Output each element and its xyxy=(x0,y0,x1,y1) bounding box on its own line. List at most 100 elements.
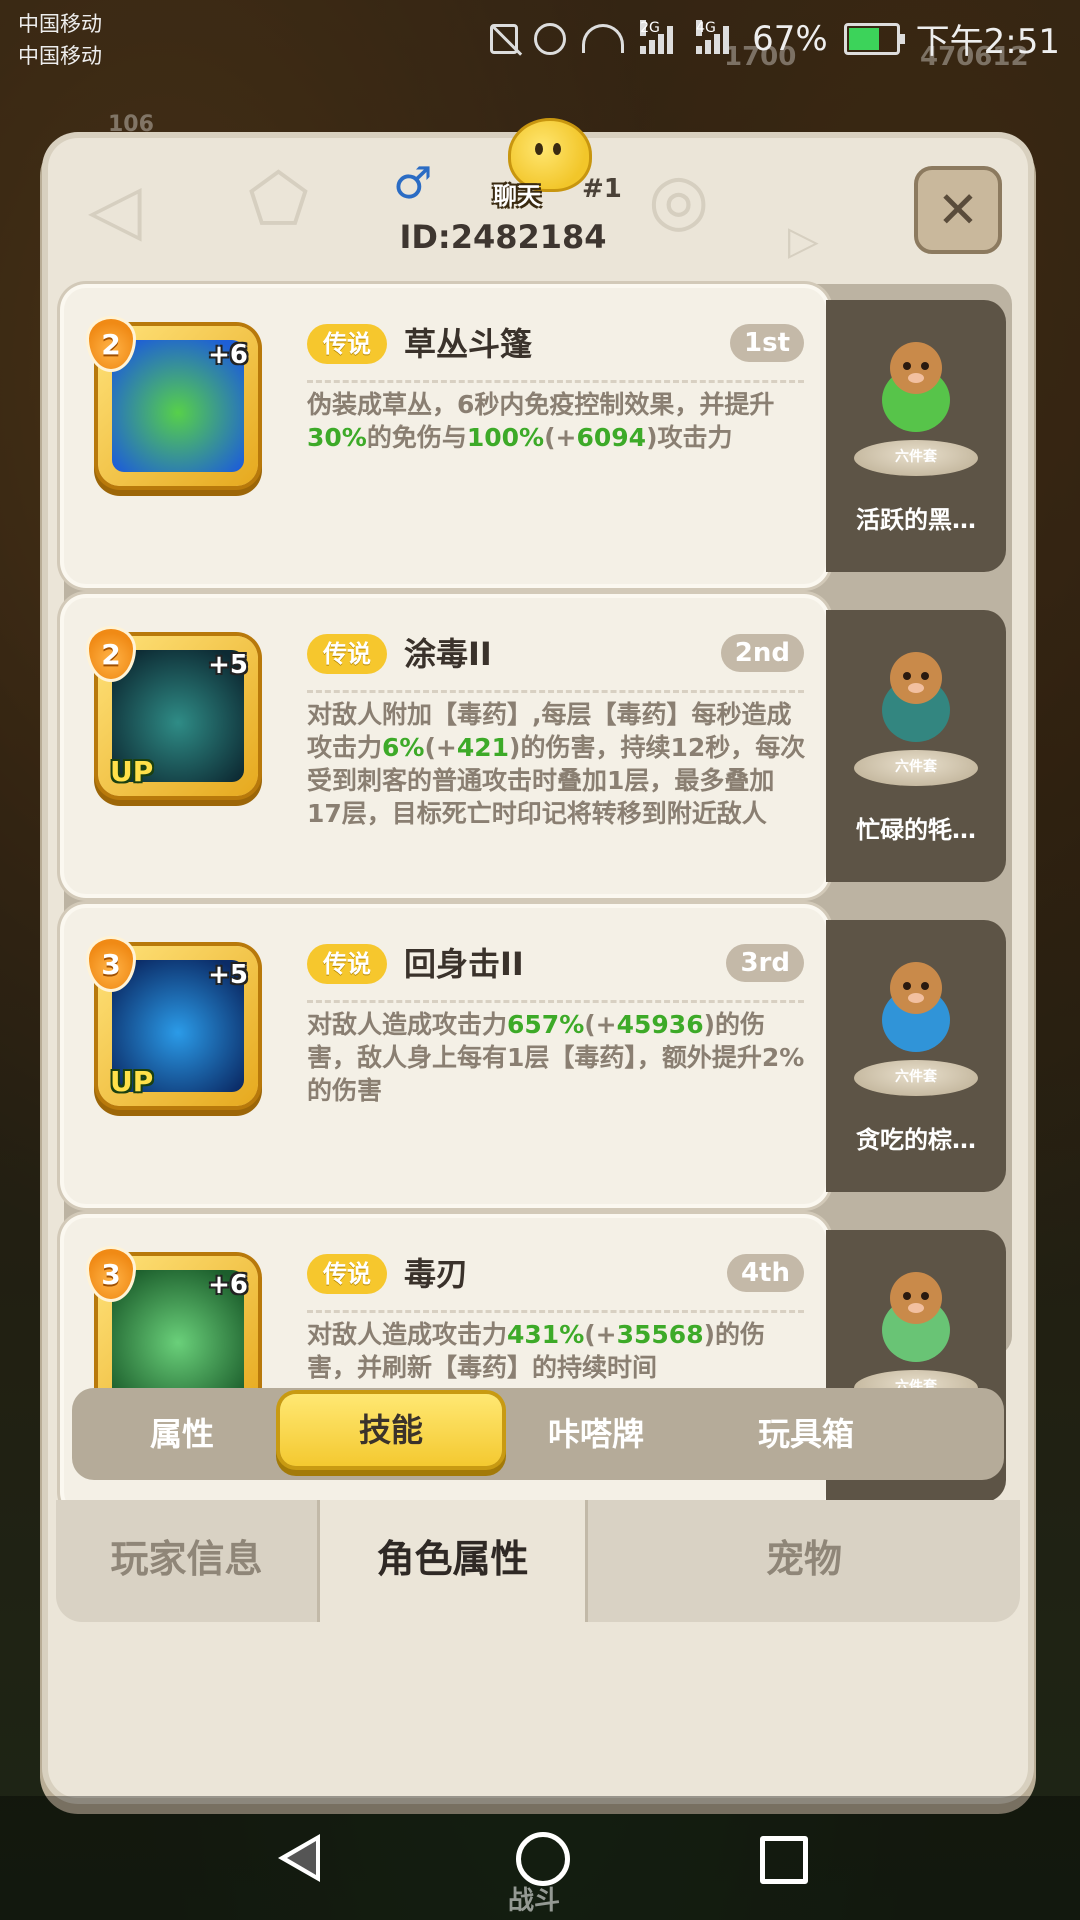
tab-cards[interactable]: 咔嗒牌 xyxy=(486,1388,706,1480)
skill-card[interactable]: 3 +5 UP 传说 回身击II 3rd 对敌人造成攻击力657%(+45936)的伤害，敌… xyxy=(64,908,826,1204)
skill-order-tag: 2nd xyxy=(720,634,804,672)
back-icon-inner xyxy=(287,1841,316,1875)
male-gender-icon: ♂ xyxy=(393,158,433,209)
skill-text: (+ xyxy=(584,1010,617,1039)
skill-text: (+ xyxy=(544,423,577,452)
tab-separator xyxy=(317,1500,320,1622)
tab-separator xyxy=(585,1500,588,1622)
skill-card[interactable]: 2 +5 UP 传说 涂毒II 2nd 对敌人附加【毒药】,每层【毒药】每秒造成攻击力6%(… xyxy=(64,598,826,894)
bottom-tab-bar: 玩家信息 角色属性 宠物 xyxy=(56,1500,1020,1622)
rarity-tag: 传说 xyxy=(307,634,387,674)
sub-tab-bar: 属性 技能 咔嗒牌 玩具箱 xyxy=(72,1388,1004,1480)
network-type-2: 4G xyxy=(696,19,716,36)
skill-divider xyxy=(307,380,804,383)
pet-card[interactable]: 六件套贪吃的棕… xyxy=(826,920,1006,1192)
pet-set-label: 六件套 xyxy=(895,449,937,465)
skill-description: 伪装成草丛，6秒内免疫控制效果，并提升 30%的免伤与100%(+6094)攻击力 xyxy=(307,388,807,454)
skill-icon-frame[interactable]: 2 +6 xyxy=(86,316,258,486)
skill-text: (+ xyxy=(424,733,457,762)
skill-list[interactable]: 2 +6 传说 草丛斗篷 1st 伪装成草丛，6秒内免疫控制效果，并提升30%的免伤与10… xyxy=(64,284,1012,1514)
alarm-icon xyxy=(534,22,567,55)
pet-card[interactable]: 六件套忙碌的牦… xyxy=(826,610,1006,882)
rarity-tag: 传说 xyxy=(307,1254,387,1294)
player-name-suffix: #1 xyxy=(582,174,622,204)
skill-value-highlight: 100% xyxy=(466,423,545,452)
skill-text: 伪装成草丛，6秒内免疫控制效果，并提升 xyxy=(307,390,775,419)
skill-value-highlight: 30% xyxy=(307,423,367,452)
signal-icon-2: 4G xyxy=(696,19,736,54)
battery-percent: 67% xyxy=(752,18,828,59)
skill-description: 对敌人造成攻击力657%(+45936)的伤害，敌人身上每有1层【毒药】，额外提… xyxy=(307,1008,807,1107)
skill-description: 对敌人造成攻击力431%(+35568)的伤害，并刷新【毒药】的持续时间 xyxy=(307,1318,807,1384)
signal-icon-1: 2G xyxy=(640,19,680,54)
pet-figure-icon xyxy=(864,330,968,440)
player-id: ID:2482184 xyxy=(399,218,607,256)
skill-divider xyxy=(307,1000,804,1003)
rarity-tag: 传说 xyxy=(307,944,387,984)
clock: 下午2:51 xyxy=(915,22,1060,62)
player-info-panel: ◁ ⬠ ◎ ▷ ♂ 聊天 #1 ID:2482184 ✕ 2 +6 传说 草丛斗篷 1s… xyxy=(48,118,1028,1798)
recent-apps-icon[interactable] xyxy=(760,1836,808,1884)
chat-button-label[interactable]: 聊天 xyxy=(493,176,541,211)
skill-name: 回身击II xyxy=(404,945,524,983)
close-icon: ✕ xyxy=(937,181,979,239)
skill-value-highlight: 6% xyxy=(382,733,425,762)
battery-icon xyxy=(843,22,905,55)
skill-card[interactable]: 2 +6 传说 草丛斗篷 1st 伪装成草丛，6秒内免疫控制效果，并提升 30%的免伤与10… xyxy=(64,288,826,584)
pet-name: 贪吃的棕… xyxy=(856,1126,976,1154)
pet-figure-icon xyxy=(864,640,968,750)
pet-set-label: 六件套 xyxy=(895,1069,937,1085)
skill-row[interactable]: 2 +5 UP 传说 涂毒II 2nd 对敌人附加【毒药】,每层【毒药】每秒造成攻击力6%(… xyxy=(64,598,1012,898)
carrier-label-2: 中国移动 xyxy=(18,44,102,68)
tab-skills[interactable]: 技能 xyxy=(280,1394,502,1466)
battle-nav-label: 战斗 xyxy=(508,1886,561,1916)
rarity-tag: 传说 xyxy=(307,324,387,364)
pet-figure-icon xyxy=(864,1260,968,1370)
home-icon[interactable] xyxy=(516,1832,570,1886)
skill-name: 涂毒II xyxy=(404,635,492,673)
pet-figure-icon xyxy=(864,950,968,1060)
network-type-1: 2G xyxy=(640,19,660,36)
bottom-tab-character-attributes[interactable]: 角色属性 xyxy=(320,1500,585,1622)
skill-level-plus: +5 xyxy=(208,650,248,680)
skill-value-highlight: 6094 xyxy=(576,423,647,452)
skill-upgrade-label: UP xyxy=(110,1065,154,1098)
skill-level-plus: +5 xyxy=(208,960,248,990)
hud-level: 106 xyxy=(108,112,154,137)
skill-icon-frame[interactable]: 2 +5 UP xyxy=(86,626,258,796)
skill-name: 毒刃 xyxy=(404,1255,469,1293)
skill-row[interactable]: 3 +5 UP 传说 回身击II 3rd 对敌人造成攻击力657%(+45936)的伤害，敌… xyxy=(64,908,1012,1208)
skill-order-tag: 1st xyxy=(730,324,804,362)
tab-toybox[interactable]: 玩具箱 xyxy=(696,1388,916,1480)
skill-level-plus: +6 xyxy=(208,1270,248,1300)
skill-value-highlight: 421 xyxy=(456,733,510,762)
skill-order-tag: 3rd xyxy=(726,944,804,982)
wifi-icon xyxy=(582,24,625,53)
skill-name: 草丛斗篷 xyxy=(404,325,533,363)
bottom-tab-player-info[interactable]: 玩家信息 xyxy=(56,1500,317,1622)
skill-row[interactable]: 2 +6 传说 草丛斗篷 1st 伪装成草丛，6秒内免疫控制效果，并提升 30%的免伤与10… xyxy=(64,288,1012,588)
skill-icon-frame[interactable]: 3 +5 UP xyxy=(86,936,258,1106)
pet-name: 忙碌的牦… xyxy=(856,816,976,844)
system-nav-bar: 战斗 xyxy=(0,1796,1080,1920)
skill-text: )攻击力 xyxy=(646,423,733,452)
pet-name: 活跃的黑… xyxy=(856,506,976,534)
skill-divider xyxy=(307,690,804,693)
skill-upgrade-label: UP xyxy=(110,755,154,788)
pet-set-label: 六件套 xyxy=(895,759,937,775)
skill-text: 对敌人造成攻击力 xyxy=(307,1010,508,1039)
close-button[interactable]: ✕ xyxy=(914,166,1002,254)
skill-value-highlight: 657% xyxy=(507,1010,585,1039)
skill-text: 对敌人造成攻击力 xyxy=(307,1320,508,1349)
pet-card[interactable]: 六件套活跃的黑… xyxy=(826,300,1006,572)
skill-description: 对敌人附加【毒药】,每层【毒药】每秒造成攻击力6%(+421)的伤害，持续12秒… xyxy=(307,698,807,830)
bottom-tab-pets[interactable]: 宠物 xyxy=(588,1500,1020,1622)
skill-divider xyxy=(307,1310,804,1313)
skill-order-tag: 4th xyxy=(726,1254,804,1292)
carrier-label-1: 中国移动 xyxy=(18,12,102,36)
status-bar: 中国移动 中国移动 2G 4G 67% 下午2:51 xyxy=(0,0,1080,70)
tab-attributes[interactable]: 属性 xyxy=(72,1388,292,1480)
skill-text: 的免伤与 xyxy=(366,423,467,452)
skill-value-highlight: 35568 xyxy=(616,1320,704,1349)
skill-value-highlight: 431% xyxy=(507,1320,585,1349)
